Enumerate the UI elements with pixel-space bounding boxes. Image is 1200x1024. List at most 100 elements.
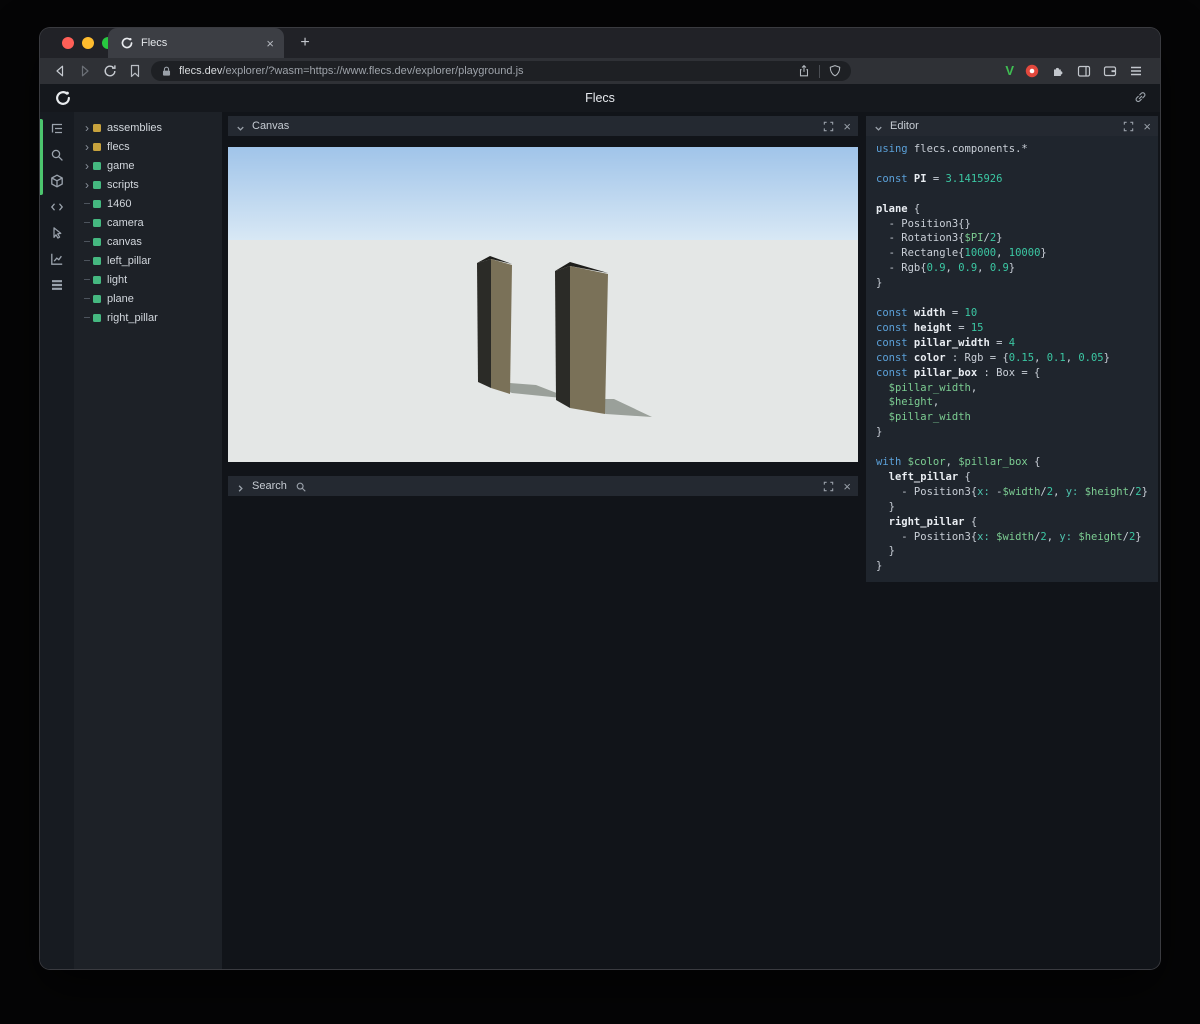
chevron-down-icon[interactable]	[235, 121, 246, 132]
tree-icon[interactable]	[49, 121, 65, 137]
tree-item-game[interactable]: › game	[74, 156, 222, 175]
entity-color-swatch	[93, 123, 101, 132]
tree-item-light[interactable]: light	[74, 270, 222, 289]
entity-tree-list: › assemblies › flecs › game › scripts 1460 camera…	[74, 118, 222, 327]
entities-cube-icon[interactable]	[49, 173, 65, 189]
canvas-panel-header[interactable]: Canvas ×	[228, 116, 858, 136]
code-editor[interactable]: using flecs.components.* const PI = 3.14…	[866, 136, 1158, 582]
tree-item-right_pillar[interactable]: right_pillar	[74, 308, 222, 327]
tab-title: Flecs	[141, 37, 168, 49]
code-line: const PI = 3.1415926	[876, 172, 1003, 185]
search-panel-header[interactable]: Search ×	[228, 476, 858, 496]
editor-code: using flecs.components.* const PI = 3.14…	[876, 142, 1148, 574]
sidebar-panel-icon[interactable]	[1076, 63, 1092, 79]
entity-tree: › assemblies › flecs › game › scripts 1460 camera…	[74, 112, 222, 969]
expand-chevron-icon[interactable]: ›	[81, 178, 93, 192]
flecs-favicon-icon	[120, 36, 134, 50]
tree-item-canvas[interactable]: canvas	[74, 232, 222, 251]
tree-item-left_pillar[interactable]: left_pillar	[74, 251, 222, 270]
stats-chart-icon[interactable]	[49, 251, 65, 267]
url-path: /explorer/?wasm=https://www.flecs.dev/ex…	[222, 65, 524, 77]
window-controls	[62, 37, 114, 49]
3d-scene[interactable]	[228, 147, 858, 462]
tree-item-camera[interactable]: camera	[74, 213, 222, 232]
entity-label: camera	[107, 216, 144, 229]
right-pillar	[555, 262, 608, 414]
extension-v-icon[interactable]: V	[1005, 63, 1014, 79]
entity-label: assemblies	[107, 121, 163, 134]
close-window-button[interactable]	[62, 37, 74, 49]
extensions-puzzle-icon[interactable]	[1050, 63, 1066, 79]
entity-label: game	[107, 159, 135, 172]
code-line: - Rgb{0.9, 0.9, 0.9}	[876, 262, 1016, 275]
entity-label: flecs	[107, 140, 130, 153]
expand-panel-icon[interactable]	[822, 120, 835, 133]
new-tab-button[interactable]: +	[294, 32, 316, 54]
expand-chevron-icon[interactable]: ›	[81, 140, 93, 154]
expand-chevron-icon[interactable]: ›	[81, 159, 93, 173]
address-bar[interactable]: flecs.dev/explorer/?wasm=https://www.fle…	[151, 61, 851, 81]
tree-connector	[81, 203, 93, 204]
back-button[interactable]	[52, 63, 68, 79]
tree-item-plane[interactable]: plane	[74, 289, 222, 308]
wallet-icon[interactable]	[1102, 63, 1118, 79]
chevron-down-icon[interactable]	[873, 121, 884, 132]
tree-item-assemblies[interactable]: › assemblies	[74, 118, 222, 137]
extension-red-icon[interactable]	[1024, 63, 1040, 79]
app-main: › assemblies › flecs › game › scripts 1460 camera…	[40, 112, 1160, 969]
tree-item-scripts[interactable]: › scripts	[74, 175, 222, 194]
code-line: const width = 10	[876, 306, 978, 319]
tree-item-1460[interactable]: 1460	[74, 194, 222, 213]
browser-tab-flecs[interactable]: Flecs ×	[108, 28, 284, 58]
code-line: - Position3{x: -$width/2, y: $height/2}	[876, 485, 1148, 498]
app-header: Flecs	[40, 84, 1160, 112]
entity-color-swatch	[93, 237, 101, 246]
tab-close-icon[interactable]: ×	[264, 36, 276, 51]
code-line: }	[876, 277, 883, 290]
code-line: const pillar_box : Box = {	[876, 366, 1041, 379]
editor-panel-header[interactable]: Editor ×	[866, 116, 1158, 136]
tab-strip: Flecs × +	[40, 28, 1160, 58]
code-icon[interactable]	[49, 199, 65, 215]
left-icon-sidebar	[40, 112, 74, 969]
tree-item-flecs[interactable]: › flecs	[74, 137, 222, 156]
reload-button[interactable]	[102, 63, 118, 79]
brave-shield-icon[interactable]	[828, 64, 842, 78]
code-line: $height,	[888, 396, 940, 409]
inspector-pointer-icon[interactable]	[49, 225, 65, 241]
code-line: }	[876, 500, 895, 513]
extension-area: V	[1005, 63, 1148, 79]
forward-button[interactable]	[77, 63, 93, 79]
code-line: with $color, $pillar_box {	[876, 456, 1041, 469]
expand-panel-icon[interactable]	[1122, 120, 1135, 133]
code-line: $pillar_width,	[888, 381, 978, 394]
entity-color-swatch	[93, 313, 101, 322]
minimize-window-button[interactable]	[82, 37, 94, 49]
share-icon[interactable]	[797, 64, 811, 78]
close-panel-icon[interactable]: ×	[841, 480, 851, 493]
close-panel-icon[interactable]: ×	[841, 120, 851, 133]
entity-color-swatch	[93, 142, 101, 151]
entity-color-swatch	[93, 294, 101, 303]
3d-viewport[interactable]	[228, 147, 858, 462]
menu-hamburger-icon[interactable]	[1128, 63, 1144, 79]
entity-color-swatch	[93, 180, 101, 189]
expand-panel-icon[interactable]	[822, 480, 835, 493]
search-icon[interactable]	[49, 147, 65, 163]
queries-rows-icon[interactable]	[49, 277, 65, 293]
share-link-icon[interactable]	[1133, 90, 1148, 105]
expand-chevron-icon[interactable]: ›	[81, 121, 93, 135]
close-panel-icon[interactable]: ×	[1141, 120, 1151, 133]
code-line: right_pillar {	[876, 515, 978, 528]
ground-plane	[228, 240, 858, 462]
tree-connector	[81, 260, 93, 261]
bookmark-icon[interactable]	[127, 63, 143, 79]
entity-label: light	[107, 273, 128, 286]
entity-color-swatch	[93, 256, 101, 265]
chevron-right-icon[interactable]	[235, 481, 246, 492]
desktop: Flecs × + flecs.dev/explorer/?wasm=https…	[0, 0, 1200, 1024]
url-text: flecs.dev/explorer/?wasm=https://www.fle…	[179, 65, 797, 77]
code-line: const color : Rgb = {0.15, 0.1, 0.05}	[876, 351, 1110, 364]
